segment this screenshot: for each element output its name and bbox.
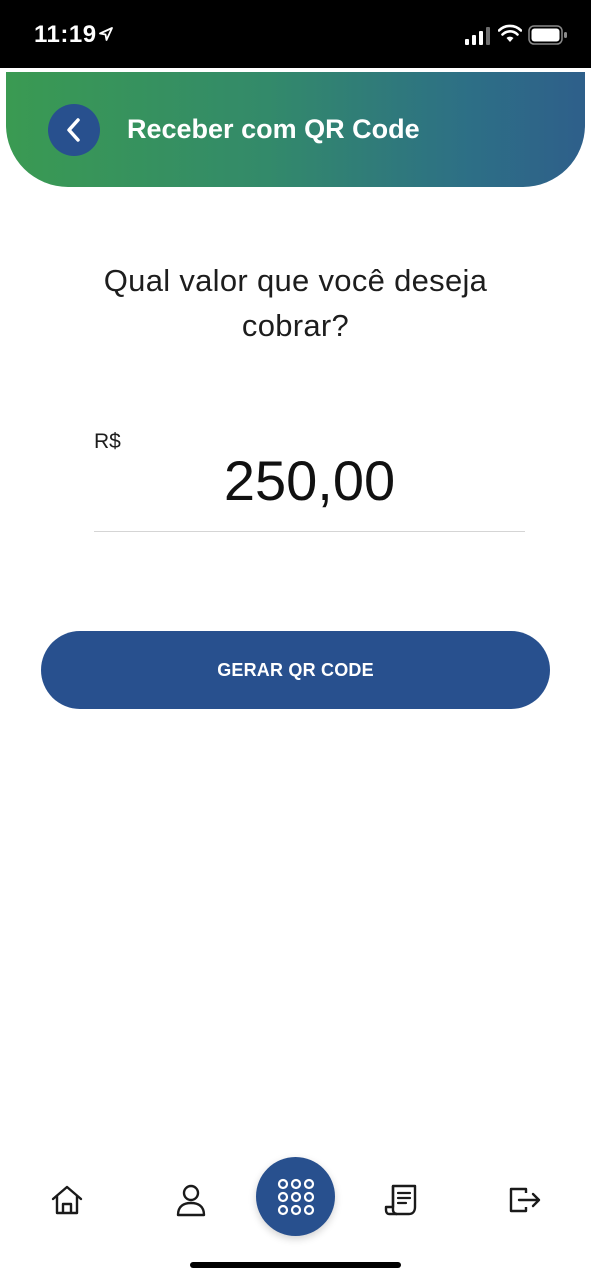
- receipt-icon: [384, 1184, 417, 1216]
- generate-qr-code-button[interactable]: GERAR QR CODE: [41, 631, 550, 709]
- page-title: Receber com QR Code: [127, 114, 420, 144]
- amount-input[interactable]: [94, 440, 525, 520]
- home-indicator: [190, 1262, 401, 1268]
- amount-underline: [94, 531, 525, 532]
- header-bar: Receber com QR Code: [6, 72, 585, 187]
- location-arrow-icon: [99, 27, 113, 41]
- status-time: 11:19: [34, 21, 97, 48]
- nav-home[interactable]: [47, 1180, 87, 1220]
- grid-menu-icon: [277, 1178, 314, 1215]
- user-icon: [176, 1184, 206, 1217]
- bottom-nav: [0, 1150, 591, 1250]
- back-button[interactable]: [48, 104, 100, 156]
- cellular-signal-icon: [465, 27, 490, 45]
- amount-question: Qual valor que você deseja cobrar?: [103, 263, 488, 343]
- status-bar: 11:19: [0, 0, 591, 68]
- home-icon: [51, 1185, 83, 1215]
- nav-logout[interactable]: [505, 1180, 545, 1220]
- nav-profile[interactable]: [171, 1180, 211, 1220]
- battery-icon: [528, 25, 567, 45]
- wifi-icon: [498, 24, 522, 42]
- logout-icon: [509, 1187, 541, 1213]
- nav-statement[interactable]: [381, 1180, 421, 1220]
- nav-menu-button[interactable]: [256, 1157, 335, 1236]
- chevron-left-icon: [67, 118, 80, 142]
